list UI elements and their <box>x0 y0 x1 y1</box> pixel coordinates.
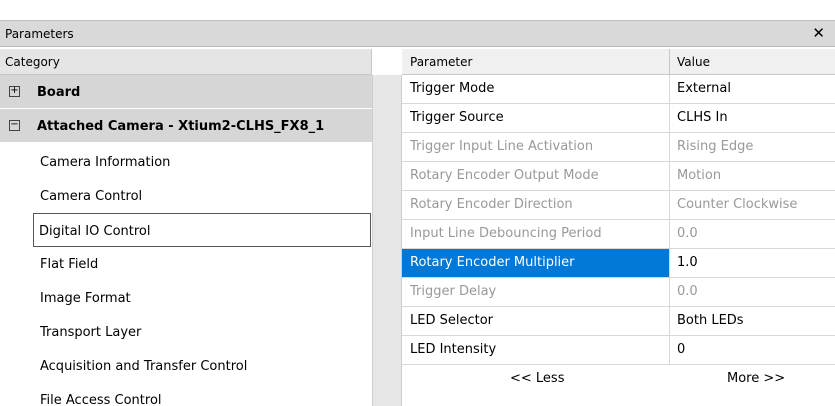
param-row-trigger-source[interactable]: Trigger Source CLHS In <box>402 104 835 133</box>
tree-item-label: Image Format <box>40 291 131 306</box>
window-titlebar: Parameters ✕ <box>0 20 835 47</box>
grid-footer: << Less More >> <box>402 366 835 392</box>
param-value[interactable]: Both LEDs <box>677 313 744 328</box>
param-name: LED Intensity <box>410 342 497 357</box>
param-value[interactable]: CLHS In <box>677 110 728 125</box>
param-row-rotary-encoder-multiplier[interactable]: Rotary Encoder Multiplier 1.0 <box>402 249 835 278</box>
column-header-value[interactable]: Value <box>677 55 710 69</box>
cell-divider <box>669 278 670 307</box>
expand-icon[interactable]: + <box>9 86 20 97</box>
param-name: Rotary Encoder Output Mode <box>410 168 599 183</box>
tree-item-transport-layer[interactable]: Transport Layer <box>0 315 372 349</box>
param-row-trigger-mode[interactable]: Trigger Mode External <box>402 75 835 104</box>
tree-item-acquisition-transfer-control[interactable]: Acquisition and Transfer Control <box>0 349 372 383</box>
param-value: 0.0 <box>677 284 698 299</box>
param-row-rotary-encoder-output-mode: Rotary Encoder Output Mode Motion <box>402 162 835 191</box>
param-value: Motion <box>677 168 722 183</box>
tree-group-label: Board <box>37 85 81 100</box>
category-header: Category <box>0 49 372 75</box>
cell-divider <box>669 162 670 191</box>
tree-item-label: Flat Field <box>40 257 99 272</box>
param-row-trigger-input-line-activation: Trigger Input Line Activation Rising Edg… <box>402 133 835 162</box>
cell-divider <box>669 75 670 104</box>
column-header-parameter[interactable]: Parameter <box>410 55 472 69</box>
panel-splitter[interactable] <box>372 75 402 406</box>
tree-item-digital-io-control[interactable]: Digital IO Control <box>33 213 371 247</box>
tree-group-label: Attached Camera - Xtium2-CLHS_FX8_1 <box>37 119 325 134</box>
cell-divider <box>669 307 670 336</box>
param-name: Trigger Delay <box>410 284 497 299</box>
param-name: Rotary Encoder Direction <box>410 197 573 212</box>
param-name: Trigger Input Line Activation <box>410 139 594 154</box>
param-row-led-intensity[interactable]: LED Intensity 0 <box>402 336 835 365</box>
parameter-grid: Parameter Value Trigger Mode External Tr… <box>402 49 835 406</box>
cell-divider <box>669 133 670 162</box>
tree-item-label: Transport Layer <box>40 325 142 340</box>
tree-group-attached-camera[interactable]: − Attached Camera - Xtium2-CLHS_FX8_1 <box>0 109 372 143</box>
param-name: Rotary Encoder Multiplier <box>410 255 575 270</box>
cell-divider <box>669 336 670 365</box>
param-value[interactable]: 0 <box>677 342 685 357</box>
param-name: LED Selector <box>410 313 494 328</box>
category-panel: Category + Board − Attached Camera - Xti… <box>0 49 372 406</box>
tree-item-label: Acquisition and Transfer Control <box>40 359 248 374</box>
param-value[interactable]: External <box>677 81 731 96</box>
less-button[interactable]: << Less <box>510 371 564 386</box>
tree-item-camera-control[interactable]: Camera Control <box>0 179 372 213</box>
param-row-input-line-debouncing-period: Input Line Debouncing Period 0.0 <box>402 220 835 249</box>
param-row-led-selector[interactable]: LED Selector Both LEDs <box>402 307 835 336</box>
collapse-icon[interactable]: − <box>9 120 20 131</box>
tree-item-camera-information[interactable]: Camera Information <box>0 145 372 179</box>
column-divider[interactable] <box>669 49 670 75</box>
window-title: Parameters <box>5 27 74 41</box>
cell-divider <box>669 191 670 220</box>
grid-header: Parameter Value <box>402 49 835 75</box>
tree-item-label: Camera Control <box>40 189 143 204</box>
tree-group-board[interactable]: + Board <box>0 75 372 109</box>
tree-item-file-access-control[interactable]: File Access Control <box>0 383 372 406</box>
more-button[interactable]: More >> <box>727 371 785 386</box>
tree-item-label: File Access Control <box>40 393 162 406</box>
param-row-rotary-encoder-direction: Rotary Encoder Direction Counter Clockwi… <box>402 191 835 220</box>
category-header-label: Category <box>5 55 60 69</box>
tree-item-label: Camera Information <box>40 155 171 170</box>
tree-item-image-format[interactable]: Image Format <box>0 281 372 315</box>
tree-item-flat-field[interactable]: Flat Field <box>0 247 372 281</box>
close-icon[interactable]: ✕ <box>812 24 825 42</box>
cell-divider <box>669 220 670 249</box>
param-value: Counter Clockwise <box>677 197 798 212</box>
cell-divider <box>669 249 670 278</box>
cell-divider <box>669 104 670 133</box>
param-value: Rising Edge <box>677 139 754 154</box>
param-row-trigger-delay: Trigger Delay 0.0 <box>402 278 835 307</box>
param-value: 0.0 <box>677 226 698 241</box>
param-name: Input Line Debouncing Period <box>410 226 602 241</box>
tree-item-label: Digital IO Control <box>39 224 151 239</box>
param-value[interactable]: 1.0 <box>677 255 698 270</box>
param-name: Trigger Mode <box>410 81 495 96</box>
param-name: Trigger Source <box>410 110 504 125</box>
